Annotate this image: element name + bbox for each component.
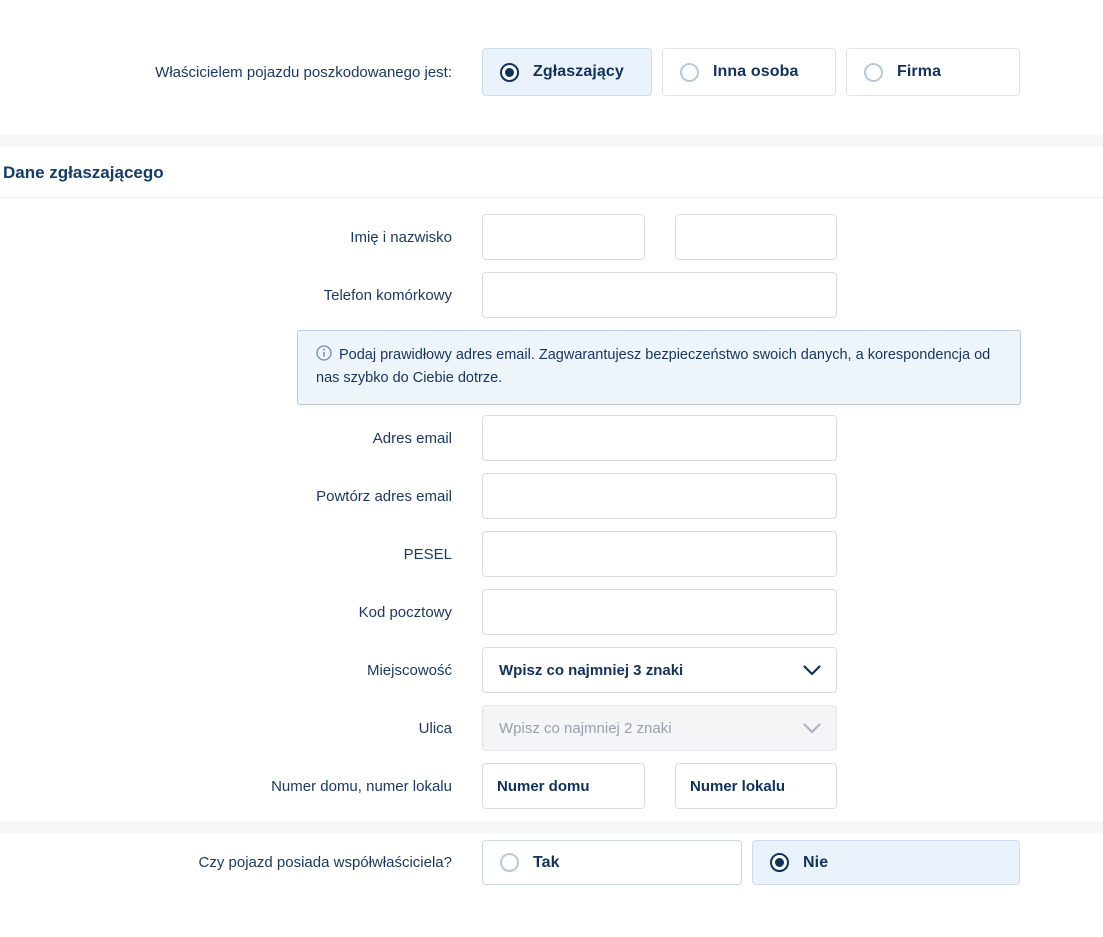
city-dropdown-placeholder: Wpisz co najmniej 3 znaki [499, 662, 683, 679]
radio-icon [500, 63, 519, 82]
section-divider [0, 821, 1103, 833]
radio-icon [770, 853, 789, 872]
co-owner-question-label: Czy pojazd posiada współwłaściciela? [0, 840, 452, 885]
radio-option-inna-osoba[interactable]: Inna osoba [662, 48, 836, 96]
city-row: Miejscowość Wpisz co najmniej 3 znaki [0, 647, 1103, 693]
street-dropdown-placeholder: Wpisz co najmniej 2 znaki [499, 720, 672, 737]
radio-icon [500, 853, 519, 872]
name-label: Imię i nazwisko [0, 229, 452, 246]
pesel-input[interactable] [482, 531, 837, 577]
co-owner-options-group: Tak Nie [482, 840, 1020, 885]
phone-label: Telefon komórkowy [0, 287, 452, 304]
email-row: Adres email [0, 415, 1103, 461]
email-repeat-input[interactable] [482, 473, 837, 519]
email-repeat-row: Powtórz adres email [0, 473, 1103, 519]
radio-option-zglaszajacy[interactable]: Zgłaszający [482, 48, 652, 96]
info-text: Podaj prawidłowy adres email. Zagwarantu… [316, 347, 990, 386]
house-label: Numer domu, numer lokalu [0, 778, 452, 795]
radio-option-label: Firma [897, 63, 941, 81]
owner-question-label: Właścicielem pojazdu poszkodowanego jest… [0, 48, 452, 96]
radio-option-nie[interactable]: Nie [752, 840, 1020, 885]
postcode-row: Kod pocztowy [0, 589, 1103, 635]
radio-option-label: Tak [533, 854, 560, 872]
section-divider [0, 135, 1103, 147]
street-dropdown: Wpisz co najmniej 2 znaki [482, 705, 837, 751]
radio-option-tak[interactable]: Tak [482, 840, 742, 885]
owner-options-group: Zgłaszający Inna osoba Firma [482, 48, 1020, 96]
postcode-input[interactable] [482, 589, 837, 635]
postcode-label: Kod pocztowy [0, 604, 452, 621]
phone-input[interactable] [482, 272, 837, 318]
co-owner-question-row: Czy pojazd posiada współwłaściciela? Tak… [0, 840, 1103, 885]
email-input[interactable] [482, 415, 837, 461]
radio-icon [864, 63, 883, 82]
email-label: Adres email [0, 430, 452, 447]
co-owner-question-label-text: Czy pojazd posiada współwłaściciela? [199, 854, 452, 871]
owner-question-row: Właścicielem pojazdu poszkodowanego jest… [0, 48, 1103, 96]
email-info-box: Podaj prawidłowy adres email. Zagwarantu… [297, 330, 1021, 405]
email-repeat-label: Powtórz adres email [0, 488, 452, 505]
last-name-input[interactable] [675, 214, 837, 260]
street-row: Ulica Wpisz co najmniej 2 znaki [0, 705, 1103, 751]
street-label: Ulica [0, 720, 452, 737]
radio-option-firma[interactable]: Firma [846, 48, 1020, 96]
radio-option-label: Inna osoba [713, 63, 798, 81]
city-label: Miejscowość [0, 662, 452, 679]
first-name-input[interactable] [482, 214, 645, 260]
name-row: Imię i nazwisko [0, 214, 1103, 260]
section-title: Dane zgłaszającego [3, 163, 1103, 183]
section-header: Dane zgłaszającego [0, 147, 1103, 198]
house-number-input[interactable] [482, 763, 645, 809]
chevron-down-icon [803, 723, 821, 734]
radio-option-label: Nie [803, 854, 828, 872]
pesel-row: PESEL [0, 531, 1103, 577]
city-dropdown[interactable]: Wpisz co najmniej 3 znaki [482, 647, 837, 693]
phone-row: Telefon komórkowy [0, 272, 1103, 318]
owner-question-label-text: Właścicielem pojazdu poszkodowanego jest… [155, 64, 452, 81]
info-icon [316, 345, 332, 368]
radio-icon [680, 63, 699, 82]
apartment-number-input[interactable] [675, 763, 837, 809]
chevron-down-icon [803, 665, 821, 676]
pesel-label: PESEL [0, 546, 452, 563]
radio-option-label: Zgłaszający [533, 63, 624, 81]
house-row: Numer domu, numer lokalu [0, 763, 1103, 809]
